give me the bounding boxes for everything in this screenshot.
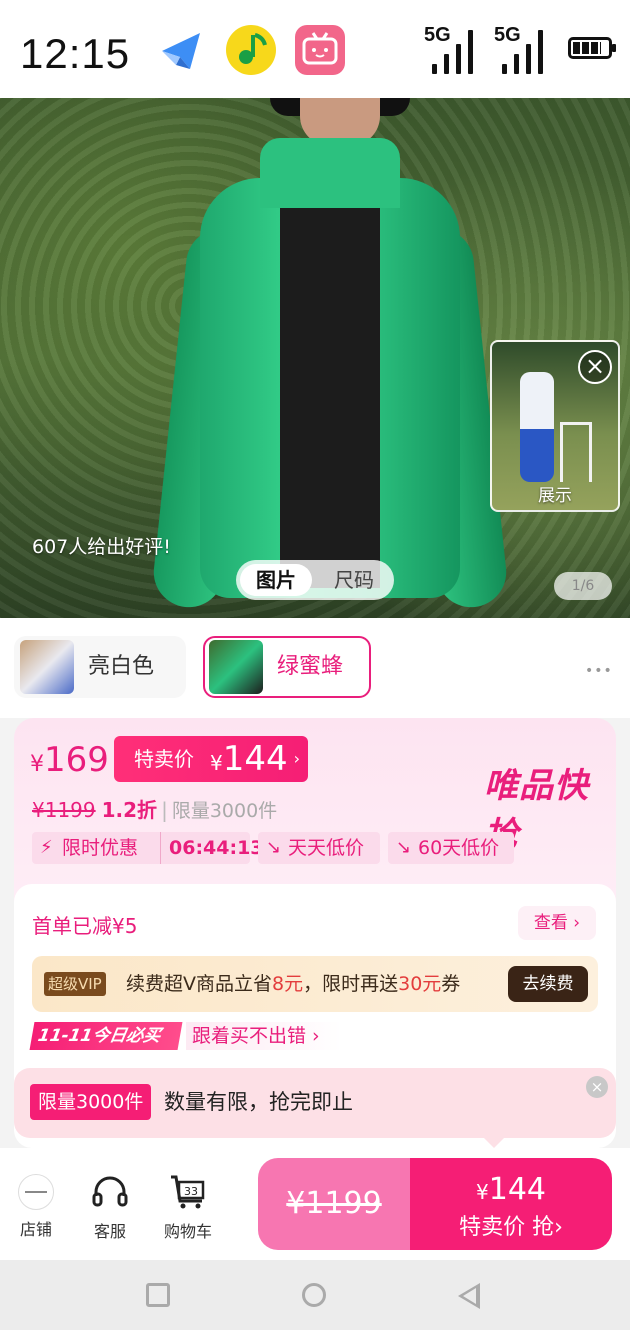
tv-app-icon [295, 25, 345, 75]
floating-video-preview[interactable]: × 展示 [490, 340, 620, 512]
media-type-toggle: 图片 尺码 [236, 560, 394, 600]
limited-quantity-badge: 限量3000件 [30, 1084, 152, 1120]
flash-sale-tag: ⚡ 限时优惠 06:44:13 [32, 832, 264, 864]
current-price: ¥169 [30, 740, 109, 780]
color-option-white[interactable]: 亮白色 [14, 636, 186, 698]
headset-icon [92, 1176, 128, 1207]
recent-apps-icon[interactable] [146, 1283, 170, 1307]
buy-special-price-button[interactable]: ¥144 特卖价 抢› [410, 1158, 612, 1250]
tab-size[interactable]: 尺码 [320, 564, 388, 596]
countdown-timer: 06:44:13 [160, 832, 264, 864]
original-price-button[interactable]: ¥1199 [258, 1158, 410, 1250]
sixty-day-low-tag: ↘ 60天低价 [388, 832, 514, 864]
product-page: 12:15 5G 5G × 展示 607人给出好评! 图片 尺码 1/6 亮白色… [0, 0, 630, 1330]
discount-rate: 1.2折 [101, 798, 158, 822]
cart-button[interactable]: 33 购物车 [158, 1172, 218, 1242]
double-eleven-badge: 11-11今日必买 [29, 1022, 183, 1050]
music-app-icon [226, 25, 276, 75]
more-colors-icon[interactable]: ••• [585, 663, 613, 679]
double-eleven-text: 跟着买不出错 › [186, 1022, 342, 1050]
status-bar: 12:15 5G 5G [0, 0, 630, 98]
cart-label: 购物车 [163, 1222, 212, 1241]
super-vip-badge: 超级VIP [44, 972, 106, 996]
first-order-discount: 首单已减¥5 [32, 914, 138, 938]
system-nav-bar [0, 1260, 630, 1330]
original-price-line: ¥1199 1.2折 | 限量3000件 [32, 798, 278, 822]
service-label: 客服 [93, 1222, 126, 1241]
vip-offer-text: 续费超V商品立省8元，限时再送30元券 [126, 973, 461, 995]
status-time: 12:15 [20, 30, 131, 77]
trend-down-icon: ↘ [396, 837, 412, 858]
paper-plane-app-icon [156, 25, 206, 75]
network-label: 5G [424, 24, 451, 46]
color-thumbnail [209, 640, 263, 694]
special-price-value: ¥144 [210, 739, 288, 779]
signal-5g-icon: 5G [494, 24, 552, 74]
color-name: 绿蜜蜂 [277, 654, 344, 679]
image-counter: 1/6 [554, 572, 612, 600]
signal-5g-icon: 5G [424, 24, 482, 74]
video-preview-label: 展示 [538, 486, 572, 506]
trend-down-icon: ↘ [266, 837, 282, 858]
limited-quantity: 限量3000件 [171, 800, 278, 822]
color-option-green[interactable]: 绿蜜蜂 [203, 636, 371, 698]
daily-low-price-tag: ↘ 天天低价 [258, 832, 380, 864]
view-offers-button[interactable]: 查看 › [518, 906, 596, 940]
lightning-icon: ⚡ [40, 837, 53, 858]
buy-label: 特卖价 抢› [459, 1215, 563, 1240]
super-vip-banner[interactable]: 超级VIP 续费超V商品立省8元，限时再送30元券 去续费 [32, 956, 598, 1012]
limited-quantity-popup: 限量3000件 数量有限，抢完即止 × [14, 1068, 616, 1148]
store-label: 店铺 [19, 1220, 52, 1239]
network-label: 5G [494, 24, 521, 46]
close-icon[interactable]: × [578, 350, 612, 384]
cart-count: 33 [184, 1185, 198, 1198]
review-count-note: 607人给出好评! [32, 536, 171, 558]
original-price: ¥1199 [32, 798, 96, 822]
chevron-right-icon: › [293, 749, 300, 768]
special-price-tag[interactable]: 特卖价 ¥144 › [114, 736, 308, 782]
cart-icon: 33 [171, 1175, 205, 1209]
renew-vip-button[interactable]: 去续费 [508, 966, 588, 1002]
limited-quantity-text: 数量有限，抢完即止 [164, 1090, 353, 1114]
store-icon [18, 1174, 54, 1210]
battery-icon [568, 37, 616, 59]
tab-photo[interactable]: 图片 [240, 564, 312, 596]
color-name: 亮白色 [88, 654, 155, 679]
green-jacket-model [150, 138, 510, 618]
special-price-label: 特卖价 [134, 747, 194, 771]
close-icon[interactable]: × [586, 1076, 608, 1098]
bottom-action-bar: 店铺 客服 33 购物车 ¥1199 ¥144 特卖价 抢› [0, 1148, 630, 1260]
back-icon[interactable] [458, 1283, 480, 1309]
home-icon[interactable] [302, 1283, 326, 1307]
store-button[interactable]: 店铺 [6, 1172, 66, 1240]
purchase-buttons: ¥1199 ¥144 特卖价 抢› [258, 1158, 612, 1250]
buy-price: ¥144 [476, 1172, 546, 1207]
customer-service-button[interactable]: 客服 [80, 1172, 140, 1242]
color-selector: 亮白色 绿蜜蜂 [0, 618, 630, 718]
color-thumbnail [20, 640, 74, 694]
